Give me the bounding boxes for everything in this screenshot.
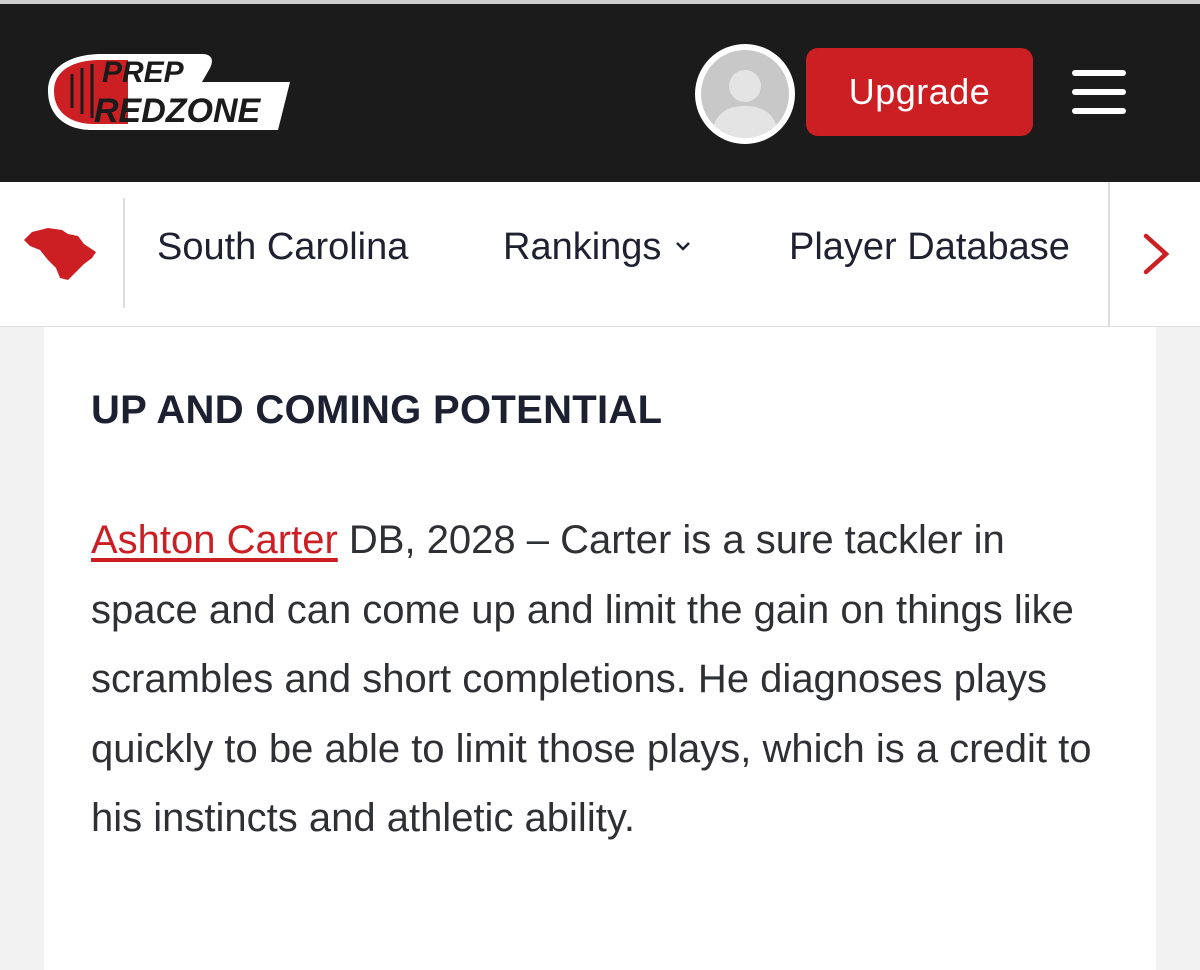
article-body-text: DB, 2028 – Carter is a sure tackler in s…: [91, 518, 1092, 840]
player-link[interactable]: Ashton Carter: [91, 518, 338, 562]
nav-item-south-carolina[interactable]: South Carolina: [157, 226, 408, 269]
article-paragraph: Ashton Carter DB, 2028 – Carter is a sur…: [91, 506, 1121, 854]
nav-item-player-database[interactable]: Player Database: [789, 226, 1070, 269]
prep-redzone-logo[interactable]: PREP REDZONE: [42, 48, 292, 134]
south-carolina-state-icon[interactable]: [22, 222, 100, 282]
user-silhouette-icon: [711, 70, 779, 138]
hamburger-menu-icon[interactable]: [1072, 70, 1126, 114]
chevron-down-icon: [675, 232, 691, 258]
chevron-right-icon[interactable]: [1140, 232, 1172, 276]
logo-text-prep: PREP: [102, 56, 185, 89]
nav-divider: [123, 198, 125, 308]
section-heading: UP AND COMING POTENTIAL: [91, 388, 663, 432]
nav-item-rankings-label: Rankings: [503, 226, 662, 268]
logo-text-redzone: REDZONE: [94, 92, 262, 130]
nav-divider: [1108, 182, 1110, 327]
upgrade-button[interactable]: Upgrade: [806, 48, 1033, 136]
user-avatar[interactable]: [695, 44, 795, 144]
nav-item-rankings[interactable]: Rankings: [503, 226, 691, 269]
